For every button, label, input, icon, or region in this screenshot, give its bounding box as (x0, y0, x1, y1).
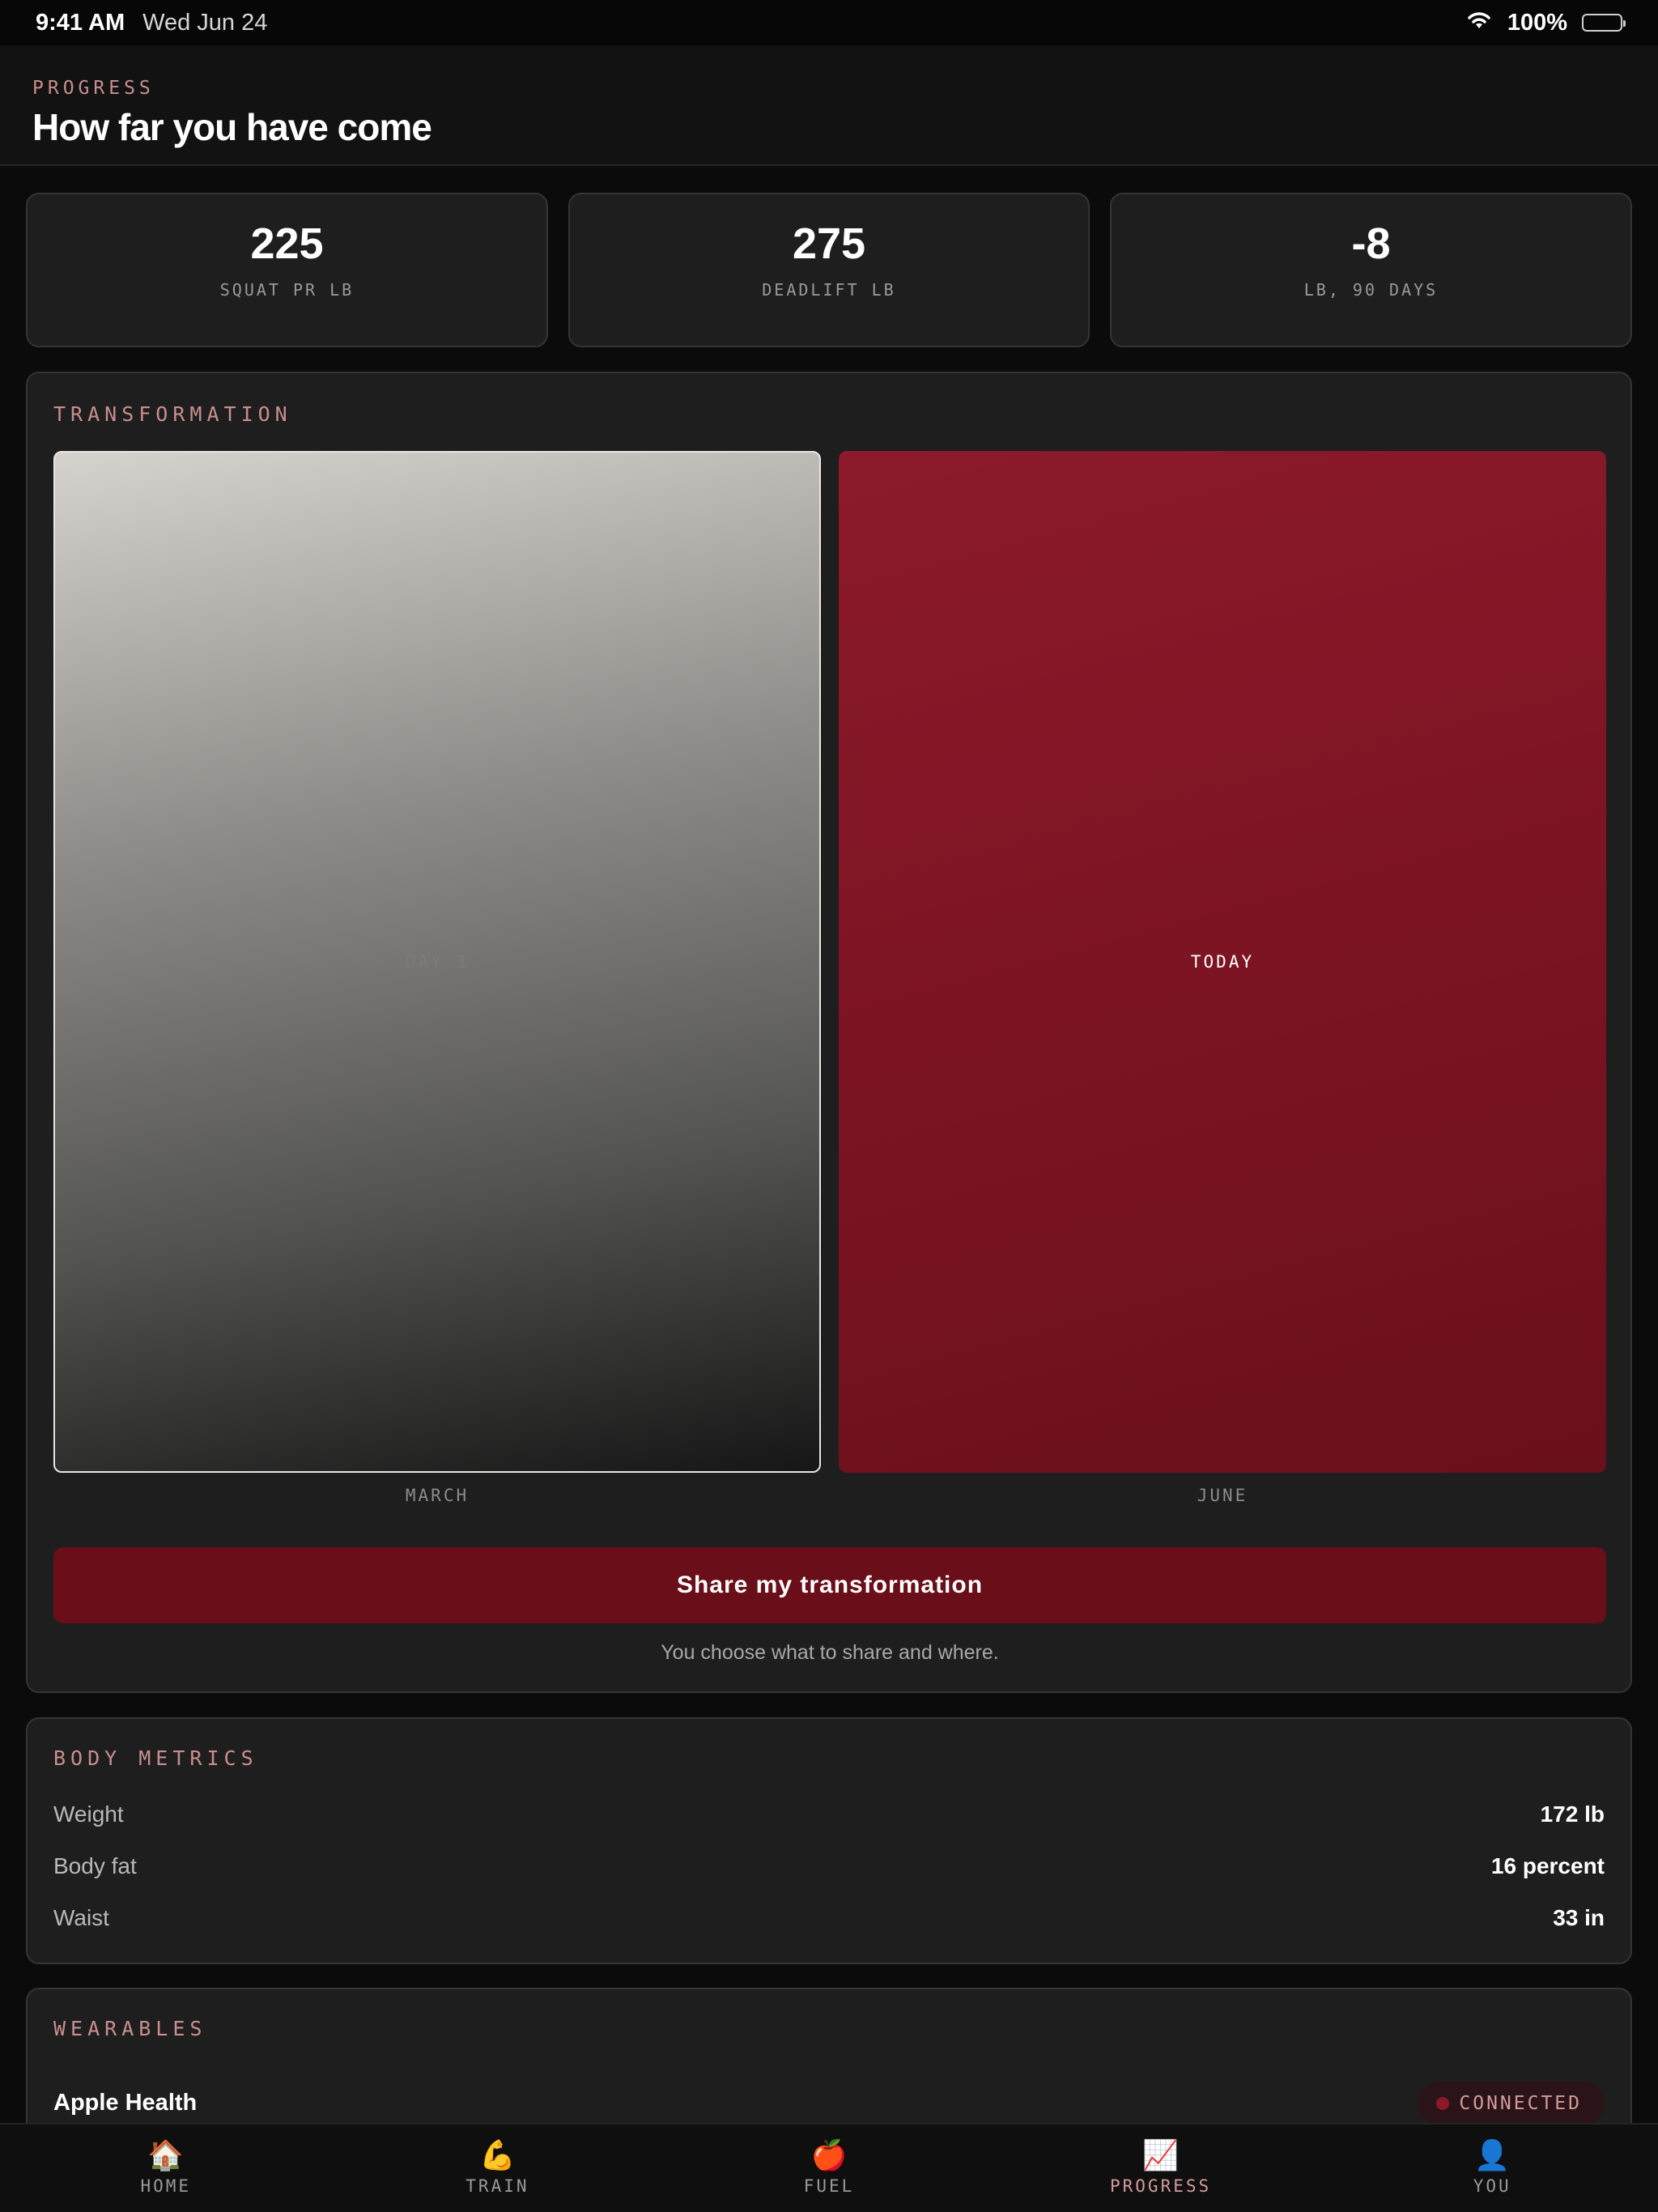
tab-train[interactable]: 💪 TRAIN (332, 2125, 664, 2212)
tab-bar: 🏠 HOME 💪 TRAIN 🍎 FUEL 📈 PROGRESS 👤 YOU (0, 2123, 1658, 2212)
metric-value: 172 lb (1540, 1802, 1605, 1827)
metric-name: Body fat (53, 1853, 137, 1878)
status-date: Wed Jun 24 (142, 9, 268, 36)
tab-fuel[interactable]: 🍎 FUEL (663, 2125, 995, 2212)
flexed-biceps-icon: 💪 (478, 2138, 516, 2172)
stat-card-weight-change: -8 LB, 90 DAYS (1110, 193, 1632, 347)
tab-progress[interactable]: 📈 PROGRESS (995, 2125, 1327, 2212)
wearables-label: WEARABLES (53, 2017, 207, 2040)
body-metrics-label: BODY METRICS (53, 1746, 258, 1770)
page-title: How far you have come (32, 106, 432, 148)
connected-badge-label: CONNECTED (1459, 2093, 1582, 2114)
after-photo-tag: TODAY (1190, 952, 1255, 972)
tab-home[interactable]: 🏠 HOME (0, 2125, 332, 2212)
tab-you[interactable]: 👤 YOU (1326, 2125, 1658, 2212)
tab-label: PROGRESS (1110, 2176, 1212, 2196)
status-bar: 9:41 AM Wed Jun 24 100% (0, 0, 1658, 45)
tab-label: FUEL (803, 2176, 855, 2196)
connected-badge[interactable]: CONNECTED (1418, 2082, 1605, 2125)
metric-row-weight: Weight 172 lb (53, 1802, 1605, 1827)
stat-label: DEADLIFT LB (762, 280, 896, 300)
stat-value: 225 (250, 219, 324, 268)
metric-row-waist: Waist 33 in (53, 1905, 1605, 1931)
page-eyebrow: PROGRESS (32, 78, 155, 99)
stat-value: 275 (792, 219, 866, 268)
status-time: 9:41 AM (36, 9, 125, 36)
stat-card-squat: 225 SQUAT PR LB (26, 193, 548, 347)
metric-name: Waist (53, 1905, 109, 1930)
tab-label: TRAIN (466, 2176, 529, 2196)
battery-percent: 100% (1507, 9, 1567, 36)
before-photo[interactable]: DAY 1 (53, 451, 821, 1473)
metric-value: 33 in (1553, 1905, 1605, 1930)
transformation-label: TRANSFORMATION (53, 402, 292, 426)
share-note: You choose what to share and where. (661, 1641, 999, 1664)
before-caption: MARCH (405, 1486, 470, 1505)
chart-increasing-icon: 📈 (1142, 2138, 1179, 2172)
apple-icon: 🍎 (810, 2138, 848, 2172)
body-metrics-card: BODY METRICS Weight 172 lb Body fat 16 p… (26, 1717, 1632, 1964)
wearable-name-apple-health: Apple Health (53, 2090, 198, 2116)
metric-value: 16 percent (1490, 1853, 1605, 1878)
house-icon: 🏠 (147, 2138, 185, 2172)
page-header: PROGRESS How far you have come (0, 45, 1658, 166)
stat-label: SQUAT PR LB (219, 280, 355, 300)
status-dot-icon (1436, 2097, 1450, 2110)
share-transformation-button[interactable]: Share my transformation (53, 1547, 1606, 1623)
tab-label: HOME (140, 2176, 192, 2196)
metric-row-body-fat: Body fat 16 percent (53, 1853, 1605, 1879)
metric-name: Weight (53, 1802, 124, 1827)
after-photo[interactable]: TODAY (839, 451, 1606, 1473)
person-silhouette-icon: 👤 (1473, 2138, 1511, 2172)
tab-label: YOU (1473, 2176, 1511, 2196)
battery-icon (1582, 14, 1626, 32)
stat-value: -8 (1351, 219, 1391, 268)
after-caption: JUNE (1197, 1486, 1248, 1505)
stat-label: LB, 90 DAYS (1303, 280, 1439, 300)
stat-card-deadlift: 275 DEADLIFT LB (568, 193, 1090, 347)
wifi-icon (1465, 9, 1493, 36)
transformation-card: TRANSFORMATION DAY 1 TODAY MARCH JUNE Sh… (26, 372, 1632, 1693)
before-photo-tag: DAY 1 (405, 952, 470, 972)
